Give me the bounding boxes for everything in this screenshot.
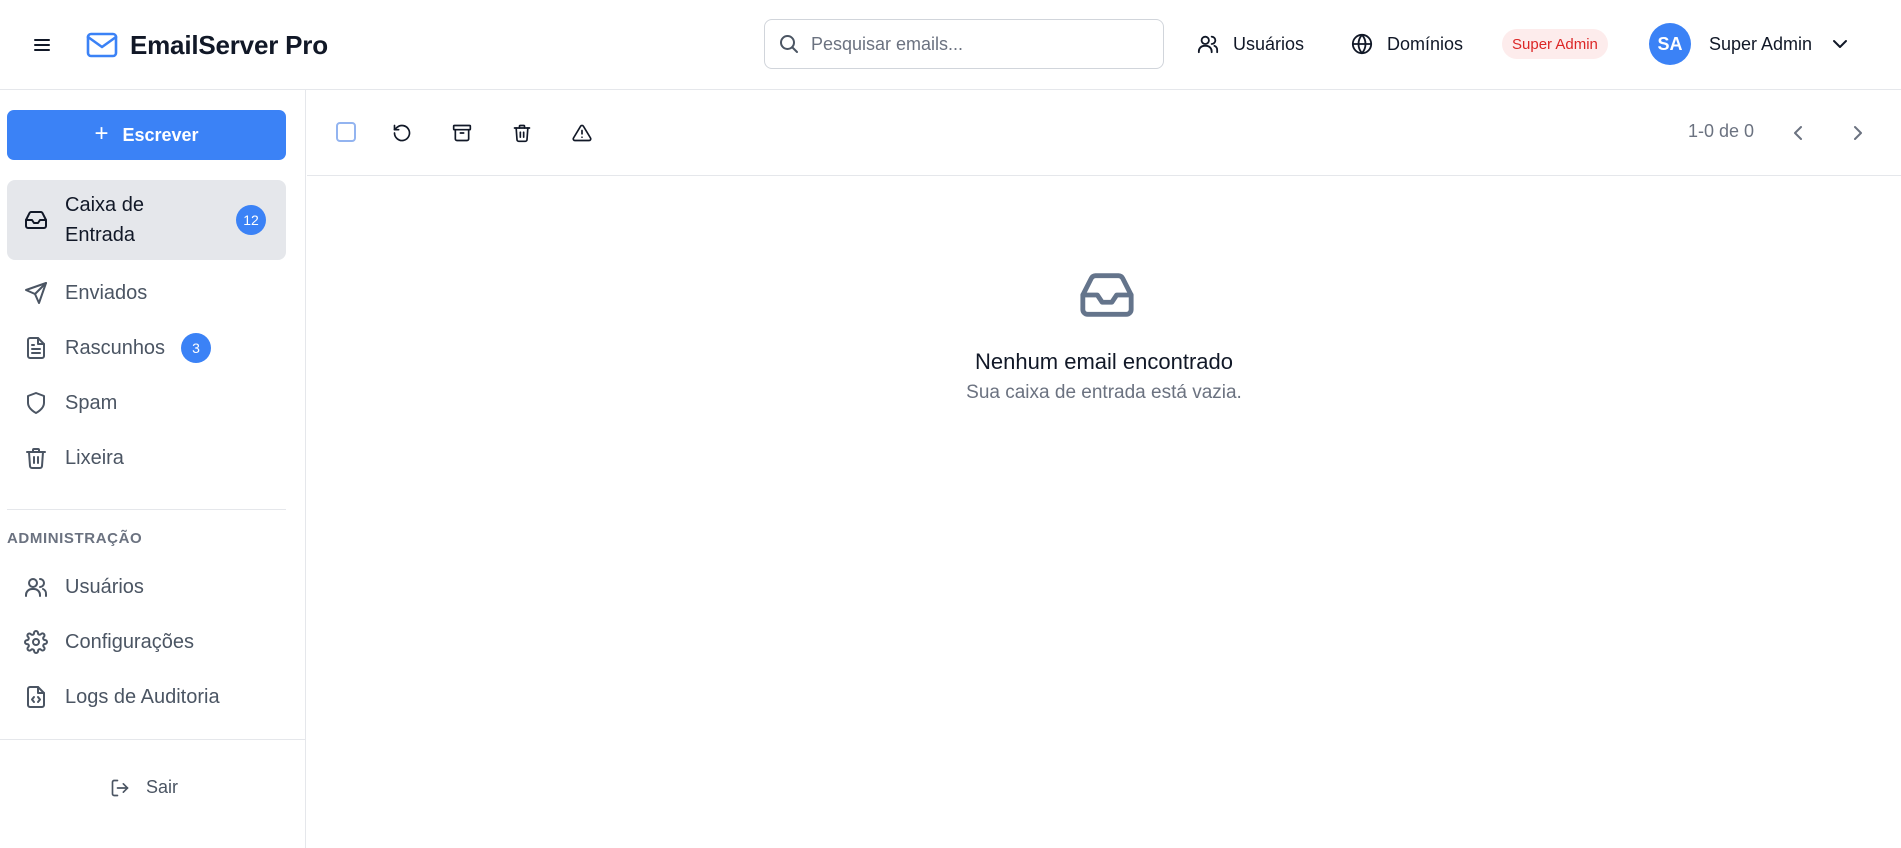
sidebar-item-users[interactable]: Usuários — [7, 565, 286, 609]
trash-icon — [23, 445, 49, 471]
sidebar: + Escrever Caixa de Entrada 12 Enviados — [0, 90, 306, 848]
hamburger-icon — [34, 39, 50, 51]
sidebar-item-drafts[interactable]: Rascunhos 3 — [7, 326, 286, 370]
inbox-icon — [1078, 270, 1136, 320]
header-nav-domains[interactable]: Domínios — [1351, 28, 1463, 60]
pagination-info: 1-0 de 0 — [1688, 121, 1755, 141]
delete-button[interactable] — [509, 120, 535, 146]
top-header: EmailServer Pro Usuários Domínios Super … — [0, 0, 1901, 90]
file-text-icon — [23, 335, 49, 361]
unread-count-badge: 12 — [236, 205, 266, 235]
sidebar-item-settings[interactable]: Configurações — [7, 620, 286, 664]
empty-state-title: Nenhum email encontrado — [974, 349, 1234, 374]
sidebar-bottom-divider — [0, 739, 306, 740]
sidebar-item-label: Rascunhos — [65, 336, 166, 359]
refresh-button[interactable] — [389, 120, 415, 146]
compose-label: Escrever — [122, 124, 199, 145]
users-icon — [1197, 35, 1219, 54]
sidebar-item-trash[interactable]: Lixeira — [7, 436, 286, 480]
email-toolbar: 1-0 de 0 — [307, 90, 1901, 176]
sidebar-item-inbox[interactable]: Caixa de Entrada 12 — [7, 180, 286, 260]
brand[interactable]: EmailServer Pro — [86, 27, 328, 63]
sidebar-item-label: Caixa de Entrada — [65, 194, 144, 246]
sidebar-item-label: Lixeira — [65, 446, 124, 469]
logout-label: Sair — [146, 777, 179, 797]
sidebar-item-spam[interactable]: Spam — [7, 381, 286, 425]
sidebar-divider — [7, 509, 286, 510]
chevron-down-icon — [1832, 39, 1848, 49]
users-icon — [23, 574, 49, 600]
chevron-right-icon — [1854, 126, 1862, 140]
chevron-left-icon — [1794, 126, 1802, 140]
select-all-checkbox[interactable] — [336, 122, 356, 142]
archive-button[interactable] — [449, 120, 475, 146]
sidebar-item-label: Usuários — [65, 575, 144, 598]
sidebar-item-sent[interactable]: Enviados — [7, 271, 286, 315]
role-badge: Super Admin — [1502, 29, 1608, 59]
sidebar-item-label: Spam — [65, 391, 118, 414]
header-nav-users-label: Usuários — [1233, 33, 1305, 54]
menu-toggle-button[interactable] — [30, 33, 54, 57]
shield-icon — [23, 390, 49, 416]
next-page-button[interactable] — [1845, 120, 1871, 146]
compose-button[interactable]: + Escrever — [7, 110, 286, 160]
avatar: SA — [1649, 23, 1691, 65]
user-name: Super Admin — [1709, 33, 1813, 54]
sidebar-item-label: Enviados — [65, 281, 148, 304]
user-menu-button[interactable]: SA Super Admin — [1649, 23, 1848, 65]
header-nav-users[interactable]: Usuários — [1197, 28, 1304, 60]
gear-icon — [23, 629, 49, 655]
mail-icon — [86, 32, 118, 58]
previous-page-button[interactable] — [1785, 120, 1811, 146]
refresh-icon — [393, 124, 411, 142]
empty-state-subtitle: Sua caixa de entrada está vazia. — [966, 382, 1242, 403]
logout-button[interactable]: Sair — [110, 777, 178, 798]
send-icon — [23, 280, 49, 306]
logout-icon — [111, 779, 129, 796]
search-input[interactable] — [811, 33, 1141, 55]
inbox-icon — [23, 207, 49, 233]
warning-icon — [572, 124, 592, 142]
globe-icon — [1351, 33, 1373, 55]
report-spam-button[interactable] — [569, 120, 595, 146]
sidebar-item-label: Logs de Auditoria — [65, 685, 220, 708]
sidebar-item-label: Configurações — [65, 630, 194, 653]
trash-icon — [513, 124, 531, 143]
archive-icon — [452, 124, 472, 142]
app-title: EmailServer Pro — [130, 29, 328, 60]
search-icon — [780, 35, 798, 53]
plus-icon: + — [94, 120, 109, 147]
header-nav-domains-label: Domínios — [1387, 33, 1464, 54]
search-box[interactable] — [764, 19, 1164, 69]
file-code-icon — [23, 684, 49, 710]
admin-section-title: ADMINISTRAÇÃO — [7, 530, 143, 547]
sidebar-item-audit-logs[interactable]: Logs de Auditoria — [7, 675, 286, 719]
drafts-count-badge: 3 — [181, 333, 211, 363]
